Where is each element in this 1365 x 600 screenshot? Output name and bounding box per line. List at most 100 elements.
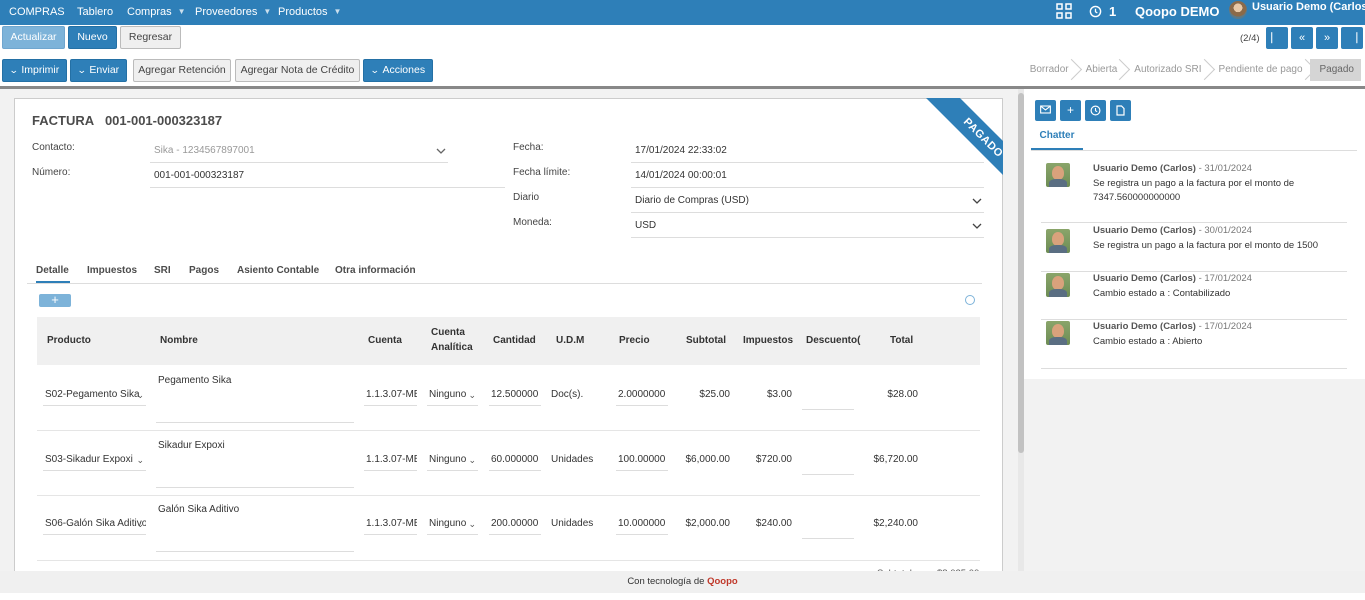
journal-select[interactable]: Diario de Compras (USD): [631, 189, 984, 213]
subtotal-value: $2,000.00: [685, 518, 731, 529]
footer-brand[interactable]: Qoopo: [707, 576, 738, 587]
chevron-down-icon: [972, 223, 982, 229]
chevron-down-icon: ⌄: [468, 390, 476, 400]
name-field[interactable]: Pegamento Sika: [156, 365, 354, 423]
number-field[interactable]: 001-001-000323187: [150, 164, 505, 188]
analytic-select[interactable]: Ninguno ⌄: [427, 513, 478, 535]
chevron-down-icon: ▼: [263, 7, 272, 16]
tab-detalle[interactable]: Detalle: [36, 263, 70, 283]
product-select[interactable]: S06-Galón Sika Aditivo ⌄: [43, 513, 146, 535]
currency-select[interactable]: USD: [631, 214, 984, 238]
table-header: Producto Nombre Cuenta Cuenta Analítica C…: [37, 317, 980, 365]
analytic-select[interactable]: Ninguno ⌄: [427, 449, 478, 471]
first-record-icon[interactable]: ⎸: [1266, 27, 1288, 49]
actions-button[interactable]: ⌄ Acciones: [363, 59, 433, 82]
discount-field[interactable]: [802, 453, 854, 475]
chatter-message: Usuario Demo (Carlos) - 30/01/2024 Se re…: [1041, 225, 1357, 273]
pager-counter: (2/4): [1240, 33, 1260, 44]
analytic-select[interactable]: Ninguno ⌄: [427, 384, 478, 406]
price-field[interactable]: 100.00000: [616, 449, 668, 471]
clock-icon[interactable]: [1089, 3, 1102, 18]
add-credit-note-button[interactable]: Agregar Nota de Crédito: [235, 59, 360, 82]
company-name[interactable]: Qoopo DEMO: [1135, 0, 1220, 25]
plus-icon[interactable]: +: [1060, 100, 1081, 121]
contact-field[interactable]: Sika - 1234567897001: [150, 139, 448, 163]
form-view: PAGADO FACTURA 001-001-000323187 Contact…: [0, 89, 1018, 579]
total-value: $2,240.00: [873, 518, 919, 529]
page-title: FACTURA 001-001-000323187: [32, 113, 223, 128]
col-discount: Descuento(: [806, 335, 861, 346]
clock-icon[interactable]: [1085, 100, 1106, 121]
tab-otra-informacion[interactable]: Otra información: [335, 263, 416, 283]
table-row[interactable]: S03-Sikadur Expoxi ⌄ Sikadur Expoxi 1.1.3…: [37, 431, 980, 496]
price-field[interactable]: 10.000000: [616, 513, 668, 535]
settings-icon[interactable]: [965, 295, 975, 305]
apps-grid-icon[interactable]: [1056, 3, 1072, 19]
account-select[interactable]: 1.1.3.07-MB: [364, 449, 417, 471]
mail-icon[interactable]: [1035, 100, 1056, 121]
notebook-tabs: Detalle Impuestos SRI Pagos Asiento Cont…: [27, 263, 982, 284]
due-date-field[interactable]: 14/01/2024 00:00:01: [631, 164, 984, 188]
chatter-message: Usuario Demo (Carlos) - 31/01/2024 Se re…: [1041, 163, 1357, 223]
status-pending-payment[interactable]: Pendiente de pago: [1209, 59, 1310, 81]
subtotal-value: $25.00: [699, 389, 730, 400]
name-field[interactable]: Galón Sika Aditivo: [156, 494, 354, 552]
table-row[interactable]: S02-Pegamento Sika ⌄ Pegamento Sika 1.1.3…: [37, 366, 980, 431]
contact-label: Contacto:: [32, 142, 75, 153]
date-field[interactable]: 17/01/2024 22:33:02: [631, 139, 984, 163]
new-button[interactable]: Nuevo: [68, 26, 117, 49]
back-button[interactable]: Regresar: [120, 26, 181, 49]
top-navbar: COMPRAS Tablero Compras ▼ Proveedores ▼ Pr…: [0, 0, 1365, 25]
number-label: Número:: [32, 167, 71, 178]
author-avatar: [1046, 229, 1070, 253]
app-brand[interactable]: COMPRAS: [9, 0, 65, 25]
user-avatar[interactable]: [1229, 1, 1247, 19]
last-record-icon[interactable]: ⎹: [1341, 27, 1363, 49]
discount-field[interactable]: [802, 517, 854, 539]
send-button[interactable]: ⌄ Enviar: [70, 59, 127, 82]
tab-sri[interactable]: SRI: [154, 263, 171, 283]
update-button[interactable]: Actualizar: [2, 26, 65, 49]
date-label: Fecha:: [513, 142, 544, 153]
tab-asiento-contable[interactable]: Asiento Contable: [237, 263, 319, 283]
menu-productos[interactable]: Productos ▼: [278, 0, 341, 25]
qty-field[interactable]: 12.500000: [489, 384, 541, 406]
product-select[interactable]: S02-Pegamento Sika ⌄: [43, 384, 146, 406]
price-field[interactable]: 2.0000000: [616, 384, 668, 406]
chevron-down-icon: ⌄: [468, 519, 476, 529]
previous-record-icon[interactable]: «: [1291, 27, 1313, 49]
name-field[interactable]: Sikadur Expoxi: [156, 430, 354, 488]
qty-field[interactable]: 60.000000: [489, 449, 541, 471]
next-record-icon[interactable]: »: [1316, 27, 1338, 49]
account-select[interactable]: 1.1.3.07-MB: [364, 384, 417, 406]
discount-field[interactable]: [802, 388, 854, 410]
menu-tablero[interactable]: Tablero: [77, 0, 113, 25]
status-paid[interactable]: Pagado: [1309, 59, 1361, 81]
user-menu[interactable]: Usuario Demo (Carlos): [1252, 0, 1365, 20]
print-button[interactable]: ⌄ Imprimir: [2, 59, 67, 82]
account-select[interactable]: 1.1.3.07-MB: [364, 513, 417, 535]
status-draft[interactable]: Borrador: [1020, 59, 1076, 81]
product-select[interactable]: S03-Sikadur Expoxi ⌄: [43, 449, 146, 471]
status-open[interactable]: Abierta: [1076, 59, 1125, 81]
currency-label: Moneda:: [513, 217, 552, 228]
tab-chatter[interactable]: Chatter: [1031, 126, 1083, 150]
add-line-button[interactable]: +: [39, 293, 71, 307]
tab-pagos[interactable]: Pagos: [189, 263, 219, 283]
status-sri-authorized[interactable]: Autorizado SRI: [1124, 59, 1208, 81]
menu-compras[interactable]: Compras ▼: [127, 0, 186, 25]
menu-proveedores[interactable]: Proveedores ▼: [195, 0, 271, 25]
tab-impuestos[interactable]: Impuestos: [87, 263, 137, 283]
uom-value: Unidades: [551, 518, 594, 529]
chevron-down-icon: ⌄: [136, 390, 144, 400]
chatter-message: Usuario Demo (Carlos) - 17/01/2024 Cambi…: [1041, 321, 1357, 369]
qty-field[interactable]: 200.00000: [489, 513, 541, 535]
chevron-down-icon: ⌄: [136, 519, 144, 529]
document-icon[interactable]: [1110, 100, 1131, 121]
activity-count[interactable]: 1: [1109, 0, 1116, 25]
add-retention-button[interactable]: Agregar Retención: [133, 59, 231, 82]
chatter-message: Usuario Demo (Carlos) - 17/01/2024 Cambi…: [1041, 273, 1357, 321]
chevron-down-icon: ⌄: [8, 65, 19, 75]
taxes-value: $240.00: [755, 518, 792, 529]
table-row[interactable]: S06-Galón Sika Aditivo ⌄ Galón Sika Aditi…: [37, 496, 980, 561]
